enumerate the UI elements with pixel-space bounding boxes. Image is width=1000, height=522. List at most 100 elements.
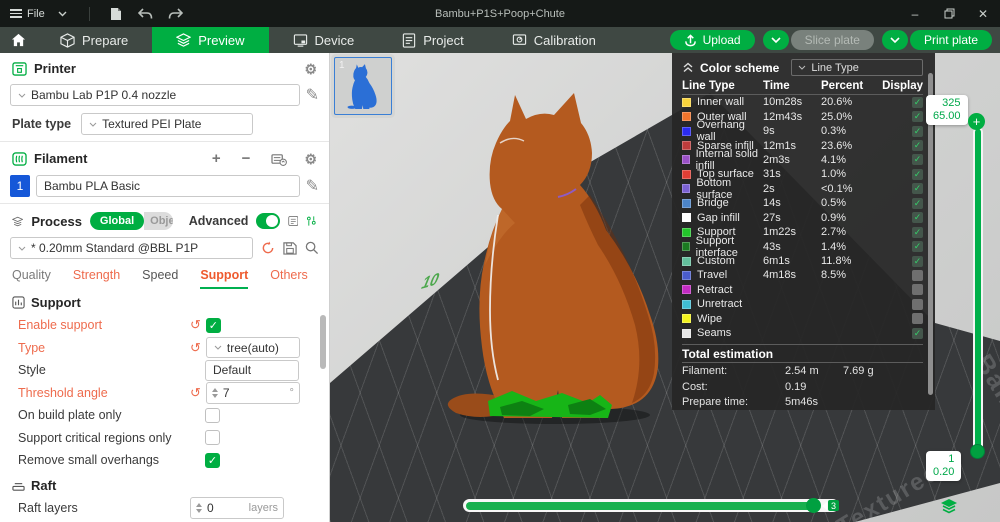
tab-project[interactable]: Project [378, 27, 487, 53]
filament-settings-gear[interactable]: ⚙ [304, 152, 317, 166]
legend-row: Retract [682, 283, 923, 297]
support-type-select[interactable]: tree(auto) [205, 337, 300, 359]
tab-device[interactable]: Device [269, 27, 379, 53]
reset-setting-icon[interactable]: ↺ [190, 317, 201, 333]
layer-slider-track[interactable] [973, 127, 983, 457]
move-slider-handle[interactable] [806, 498, 821, 513]
display-checkbox[interactable]: ✓ [912, 154, 923, 166]
search-icon[interactable] [305, 241, 319, 255]
tab-prepare[interactable]: Prepare [36, 27, 152, 53]
threshold-angle-stepper[interactable]: 7 ° [205, 381, 300, 404]
reset-setting-icon[interactable]: ↺ [190, 340, 201, 356]
raft-layers-stepper[interactable]: 0 layers [190, 496, 284, 519]
advanced-toggle[interactable] [256, 213, 280, 229]
remove-overhangs-checkbox[interactable] [205, 452, 220, 468]
move-slider-track[interactable]: 3 [463, 498, 839, 513]
slice-plate-button[interactable]: Slice plate [790, 30, 874, 50]
collapse-panel-icon[interactable] [682, 62, 694, 73]
legend-row: Bottom surface 2s <0.1% ✓ [682, 177, 923, 201]
filament-select[interactable]: Bambu PLA Basic [36, 175, 300, 197]
display-checkbox[interactable]: ✓ [912, 111, 923, 123]
scope-objects[interactable]: Objects [144, 212, 173, 230]
home-button[interactable] [0, 27, 36, 53]
process-icon [12, 216, 24, 226]
threshold-angle-unit: ° [289, 386, 294, 399]
filament-edit-button[interactable]: ✎ [306, 176, 319, 196]
plate-type-value: Textured PEI Plate [102, 117, 202, 131]
display-checkbox[interactable]: ✓ [912, 255, 923, 267]
display-checkbox[interactable]: ✓ [912, 168, 923, 180]
tab-preview[interactable]: Preview [152, 27, 269, 53]
cat-model[interactable] [440, 85, 680, 425]
display-checkbox[interactable]: ✓ [912, 241, 923, 253]
plate-type-select[interactable]: Textured PEI Plate [81, 113, 254, 135]
on-build-plate-checkbox[interactable] [205, 407, 220, 423]
display-checkbox[interactable] [912, 298, 923, 310]
reset-setting-icon[interactable]: ↺ [190, 385, 201, 401]
print-plate-button[interactable]: Print plate [909, 30, 992, 50]
layer-slider-top-handle[interactable]: + [968, 113, 985, 130]
display-checkbox[interactable] [912, 269, 923, 281]
parameter-list-icon[interactable] [288, 214, 299, 228]
undo-button[interactable] [134, 4, 158, 24]
slice-dropdown-button[interactable] [762, 30, 789, 50]
display-checkbox[interactable]: ✓ [912, 226, 923, 238]
stepper-arrows[interactable] [211, 387, 218, 398]
printer-settings-gear[interactable]: ⚙ [304, 62, 317, 76]
total-label: Cost: [682, 380, 708, 393]
tab-quality[interactable]: Quality [12, 268, 51, 289]
tab-support[interactable]: Support [200, 268, 249, 289]
enable-support-checkbox[interactable] [205, 317, 221, 333]
stepper-arrows[interactable] [196, 502, 202, 513]
search-settings-icon[interactable] [306, 214, 317, 228]
ams-sync-icon[interactable] [271, 152, 288, 166]
remove-filament-button[interactable]: − [242, 150, 251, 167]
display-checkbox[interactable]: ✓ [912, 140, 923, 152]
slice-plate-label: Slice plate [804, 33, 860, 47]
process-preset-select[interactable]: * 0.20mm Standard @BBL P1P [10, 237, 253, 259]
tab-strength[interactable]: Strength [73, 268, 120, 289]
support-style-select[interactable]: Default [205, 359, 299, 381]
restore-button[interactable] [932, 0, 966, 27]
upload-button[interactable]: Upload [669, 30, 755, 50]
display-checkbox[interactable]: ✓ [912, 125, 923, 137]
chevron-down-icon [18, 93, 26, 98]
printer-edit-button[interactable]: ✎ [306, 85, 319, 105]
display-checkbox[interactable] [912, 313, 923, 325]
display-checkbox[interactable]: ✓ [912, 212, 923, 224]
add-filament-button[interactable]: + [212, 150, 221, 167]
save-icon[interactable] [283, 241, 297, 255]
close-button[interactable]: ✕ [966, 0, 1000, 27]
scope-switch[interactable]: Global Objects [89, 212, 173, 230]
plate-thumbnail[interactable]: 1 [334, 57, 392, 115]
scope-global[interactable]: Global [89, 212, 145, 230]
printer-preset-select[interactable]: Bambu Lab P1P 0.4 nozzle [10, 84, 300, 106]
layer-bottom-height: 0.20 [933, 466, 955, 478]
file-menu[interactable]: File [10, 7, 45, 20]
preview-viewport[interactable]: Textured PEI Bambu 10 1 Color scheme Lin… [330, 53, 1000, 522]
color-scheme-select[interactable]: Line Type [791, 59, 923, 76]
tab-calibration[interactable]: Calibration [488, 27, 620, 53]
display-checkbox[interactable]: ✓ [912, 96, 923, 108]
layers-view-button[interactable] [940, 497, 958, 515]
redo-button[interactable] [164, 4, 188, 24]
panel-scrollbar[interactable] [320, 315, 326, 369]
support-style-value: Default [213, 363, 252, 378]
display-checkbox[interactable] [912, 284, 923, 296]
reset-icon[interactable] [261, 241, 275, 255]
display-checkbox[interactable]: ✓ [912, 327, 923, 339]
print-dropdown-button[interactable] [881, 30, 908, 50]
chevron-down-icon [890, 36, 900, 43]
new-project-button[interactable] [104, 4, 128, 24]
tab-speed[interactable]: Speed [142, 268, 178, 289]
total-value: 0.19 [785, 380, 807, 393]
filament-slot-badge[interactable]: 1 [10, 175, 30, 197]
critical-regions-checkbox[interactable] [205, 430, 220, 446]
file-menu-chevron[interactable] [51, 4, 75, 24]
display-checkbox[interactable]: ✓ [912, 197, 923, 209]
minimize-button[interactable]: – [898, 0, 932, 27]
display-checkbox[interactable]: ✓ [912, 183, 923, 195]
tab-others[interactable]: Others [270, 268, 308, 289]
layer-slider-bottom-handle[interactable] [970, 444, 985, 459]
chevron-down-icon [214, 345, 222, 350]
